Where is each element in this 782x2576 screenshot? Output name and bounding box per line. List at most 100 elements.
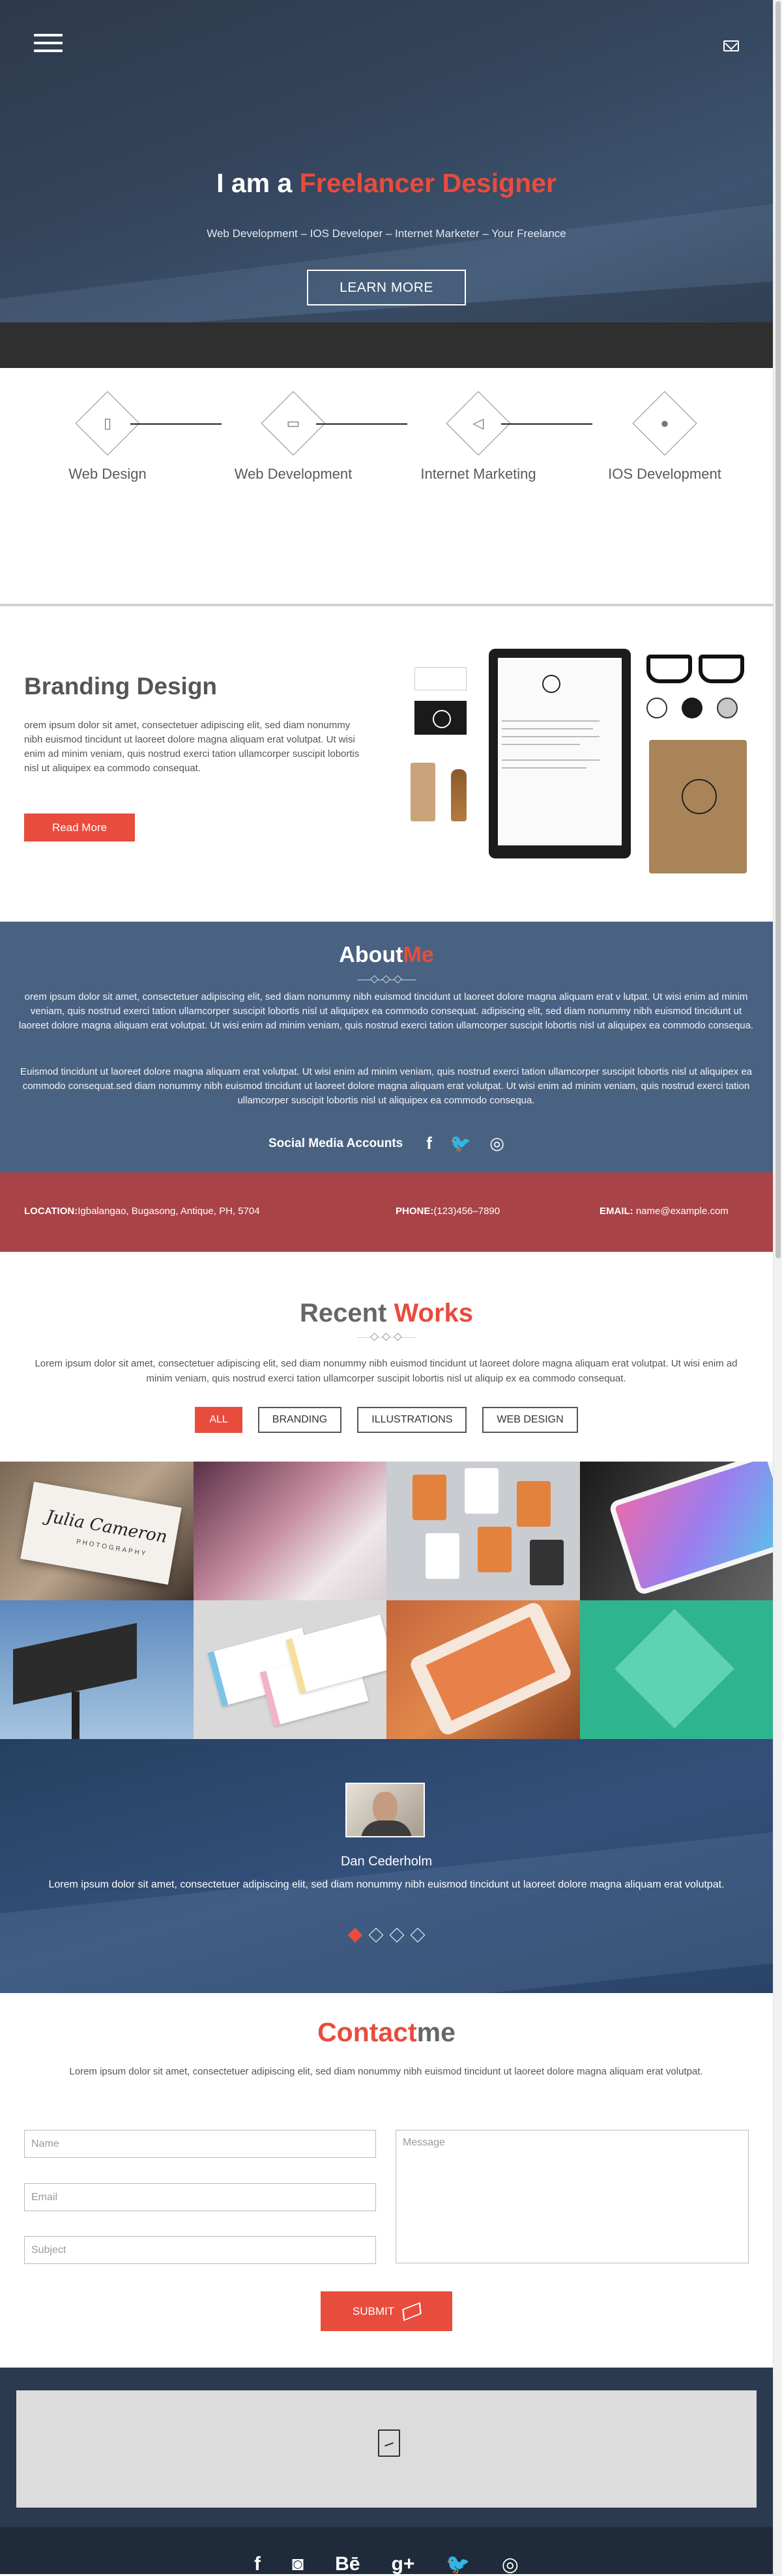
service-label: Web Development [234,466,353,482]
portfolio-item-orange-stationery[interactable] [386,1462,580,1600]
slider-dot-2[interactable] [368,1927,384,1943]
portfolio-item-billboard[interactable] [0,1600,194,1739]
about-paragraph-2: Euismod tincidunt ut laoreet dolore magn… [20,1066,753,1106]
recent-works-section: Recent Works Lorem ipsum dolor sit amet,… [0,1252,773,1462]
name-field[interactable] [24,2130,376,2158]
portfolio-grid: Julia Cameron PHOTOGRAPHY [0,1462,773,1739]
tag-mockup [411,763,435,821]
filter-web-design[interactable]: WEB DESIGN [482,1407,578,1433]
avatar [345,1783,425,1837]
facebook-icon[interactable]: f [426,1133,432,1154]
behance-icon[interactable]: Bē [335,2553,360,2576]
page-scrollbar[interactable] [773,0,782,2576]
about-section: AboutMe orem ipsum dolor sit amet, conse… [0,922,773,1172]
works-title-main: Recent [299,1299,394,1327]
learn-more-button[interactable]: LEARN MORE [307,270,466,305]
business-card-image: Julia Cameron PHOTOGRAPHY [20,1481,182,1585]
email-value[interactable]: name@example.com [636,1206,729,1217]
apple-icon: ● [660,415,669,431]
contact-info-bar: LOCATION:Igbalangao, Bugasong, Antique, … [0,1172,773,1252]
testimonial-background-band [0,1819,773,1993]
business-card-mockup [414,667,467,690]
portfolio-item-business-card[interactable]: Julia Cameron PHOTOGRAPHY [0,1462,194,1600]
broken-map-icon [378,2429,400,2457]
hero-bottom-strip [0,322,773,368]
branding-text: orem ipsum dolor sit amet, consectetuer … [24,720,360,774]
email-label: EMAIL: [600,1206,633,1217]
glasses-mockup [646,652,744,683]
clipboard-mockup [489,649,631,858]
works-filters: ALL BRANDING ILLUSTRATIONS WEB DESIGN [0,1407,773,1433]
instagram-icon[interactable]: ◙ [292,2553,304,2576]
map-placeholder[interactable] [16,2390,757,2508]
filter-illustrations[interactable]: ILLUSTRATIONS [357,1407,467,1433]
dribbble-icon[interactable]: ◎ [502,2553,519,2576]
hero-title-prefix: I am a [216,168,300,198]
about-title-accent: Me [403,942,434,967]
badge-mockup [717,698,738,718]
phone-value: (123)456–7890 [433,1206,500,1217]
hero-title: I am a Freelancer Designer [0,168,773,199]
hero-subtitle: Web Development – IOS Developer – Intern… [207,227,566,240]
email-info: EMAIL: name@example.com [600,1206,729,1217]
submit-button[interactable]: SUBMIT [321,2291,452,2331]
branding-section: Branding Design orem ipsum dolor sit ame… [0,606,773,922]
mobile-icon: ▯ [103,415,112,431]
read-more-button[interactable]: Read More [24,814,135,842]
hero-section: I am a Freelancer Designer Web Developme… [0,0,773,368]
social-media-label: Social Media Accounts [268,1136,403,1150]
paper-plane-icon [402,2301,422,2321]
twitter-icon[interactable]: 🐦 [450,1133,471,1154]
slider-dot-3[interactable] [389,1927,405,1943]
service-label: IOS Development [608,466,721,482]
submit-label: SUBMIT [352,2304,395,2317]
monitor-icon: ▭ [286,415,300,431]
contact-intro: Lorem ipsum dolor sit amet, consectetuer… [69,2066,703,2077]
phone-info: PHONE:(123)456–7890 [396,1206,500,1217]
testimonial-name: Dan Cederholm [340,1854,433,1869]
about-divider [357,975,416,985]
branding-mockup-image [404,649,756,873]
slider-dots [0,1927,773,1943]
badge-mockup [646,698,667,718]
works-divider [357,1333,416,1342]
works-intro: Lorem ipsum dolor sit amet, consectetuer… [35,1358,738,1384]
service-label: Internet Marketing [420,466,536,482]
service-connector [316,423,407,425]
dribbble-icon[interactable]: ◎ [489,1133,504,1154]
works-title: Recent Works [0,1299,773,1328]
location-label: LOCATION: [24,1206,78,1217]
email-field[interactable] [24,2183,376,2211]
scrollbar-thumb[interactable] [775,1,781,1258]
slider-dot-4[interactable] [410,1927,426,1943]
services-section: ▯ Web Design ▭ Web Development ◁ Interne… [0,368,773,606]
menu-icon[interactable] [34,34,63,55]
portfolio-item-pastel-cards[interactable] [193,1600,386,1739]
filter-all[interactable]: ALL [195,1407,242,1433]
google-plus-icon[interactable]: g+ [392,2553,415,2576]
location-info: LOCATION:Igbalangao, Bugasong, Antique, … [24,1206,260,1217]
notebook-mockup [649,740,747,873]
about-title-main: About [339,942,403,967]
about-title: AboutMe [0,942,773,968]
contact-section: Contactme Lorem ipsum dolor sit amet, co… [0,1993,773,2368]
filter-branding[interactable]: BRANDING [257,1407,342,1433]
contact-title-accent: Contact [317,2017,417,2047]
twitter-icon[interactable]: 🐦 [446,2553,470,2576]
subject-field[interactable] [24,2236,376,2264]
message-field[interactable] [396,2130,749,2263]
mail-icon[interactable] [723,40,739,51]
about-paragraph-1: orem ipsum dolor sit amet, consectetuer … [18,991,754,1031]
testimonial-quote: Lorem ipsum dolor sit amet, consectetuer… [48,1879,725,1890]
hero-title-accent: Freelancer Designer [299,168,557,198]
facebook-icon[interactable]: f [254,2553,261,2576]
portfolio-item-green-gem[interactable] [579,1600,773,1739]
contact-title: Contactme [0,2017,773,2048]
business-card-dark-mockup [414,701,467,735]
portfolio-item-cards-pink[interactable] [193,1462,386,1600]
stamp-mockup [451,769,467,821]
portfolio-item-orange-phone[interactable] [386,1600,580,1739]
contact-title-main: me [416,2017,456,2047]
slider-dot-1[interactable] [347,1927,363,1943]
portfolio-item-phone-app[interactable] [579,1462,773,1600]
